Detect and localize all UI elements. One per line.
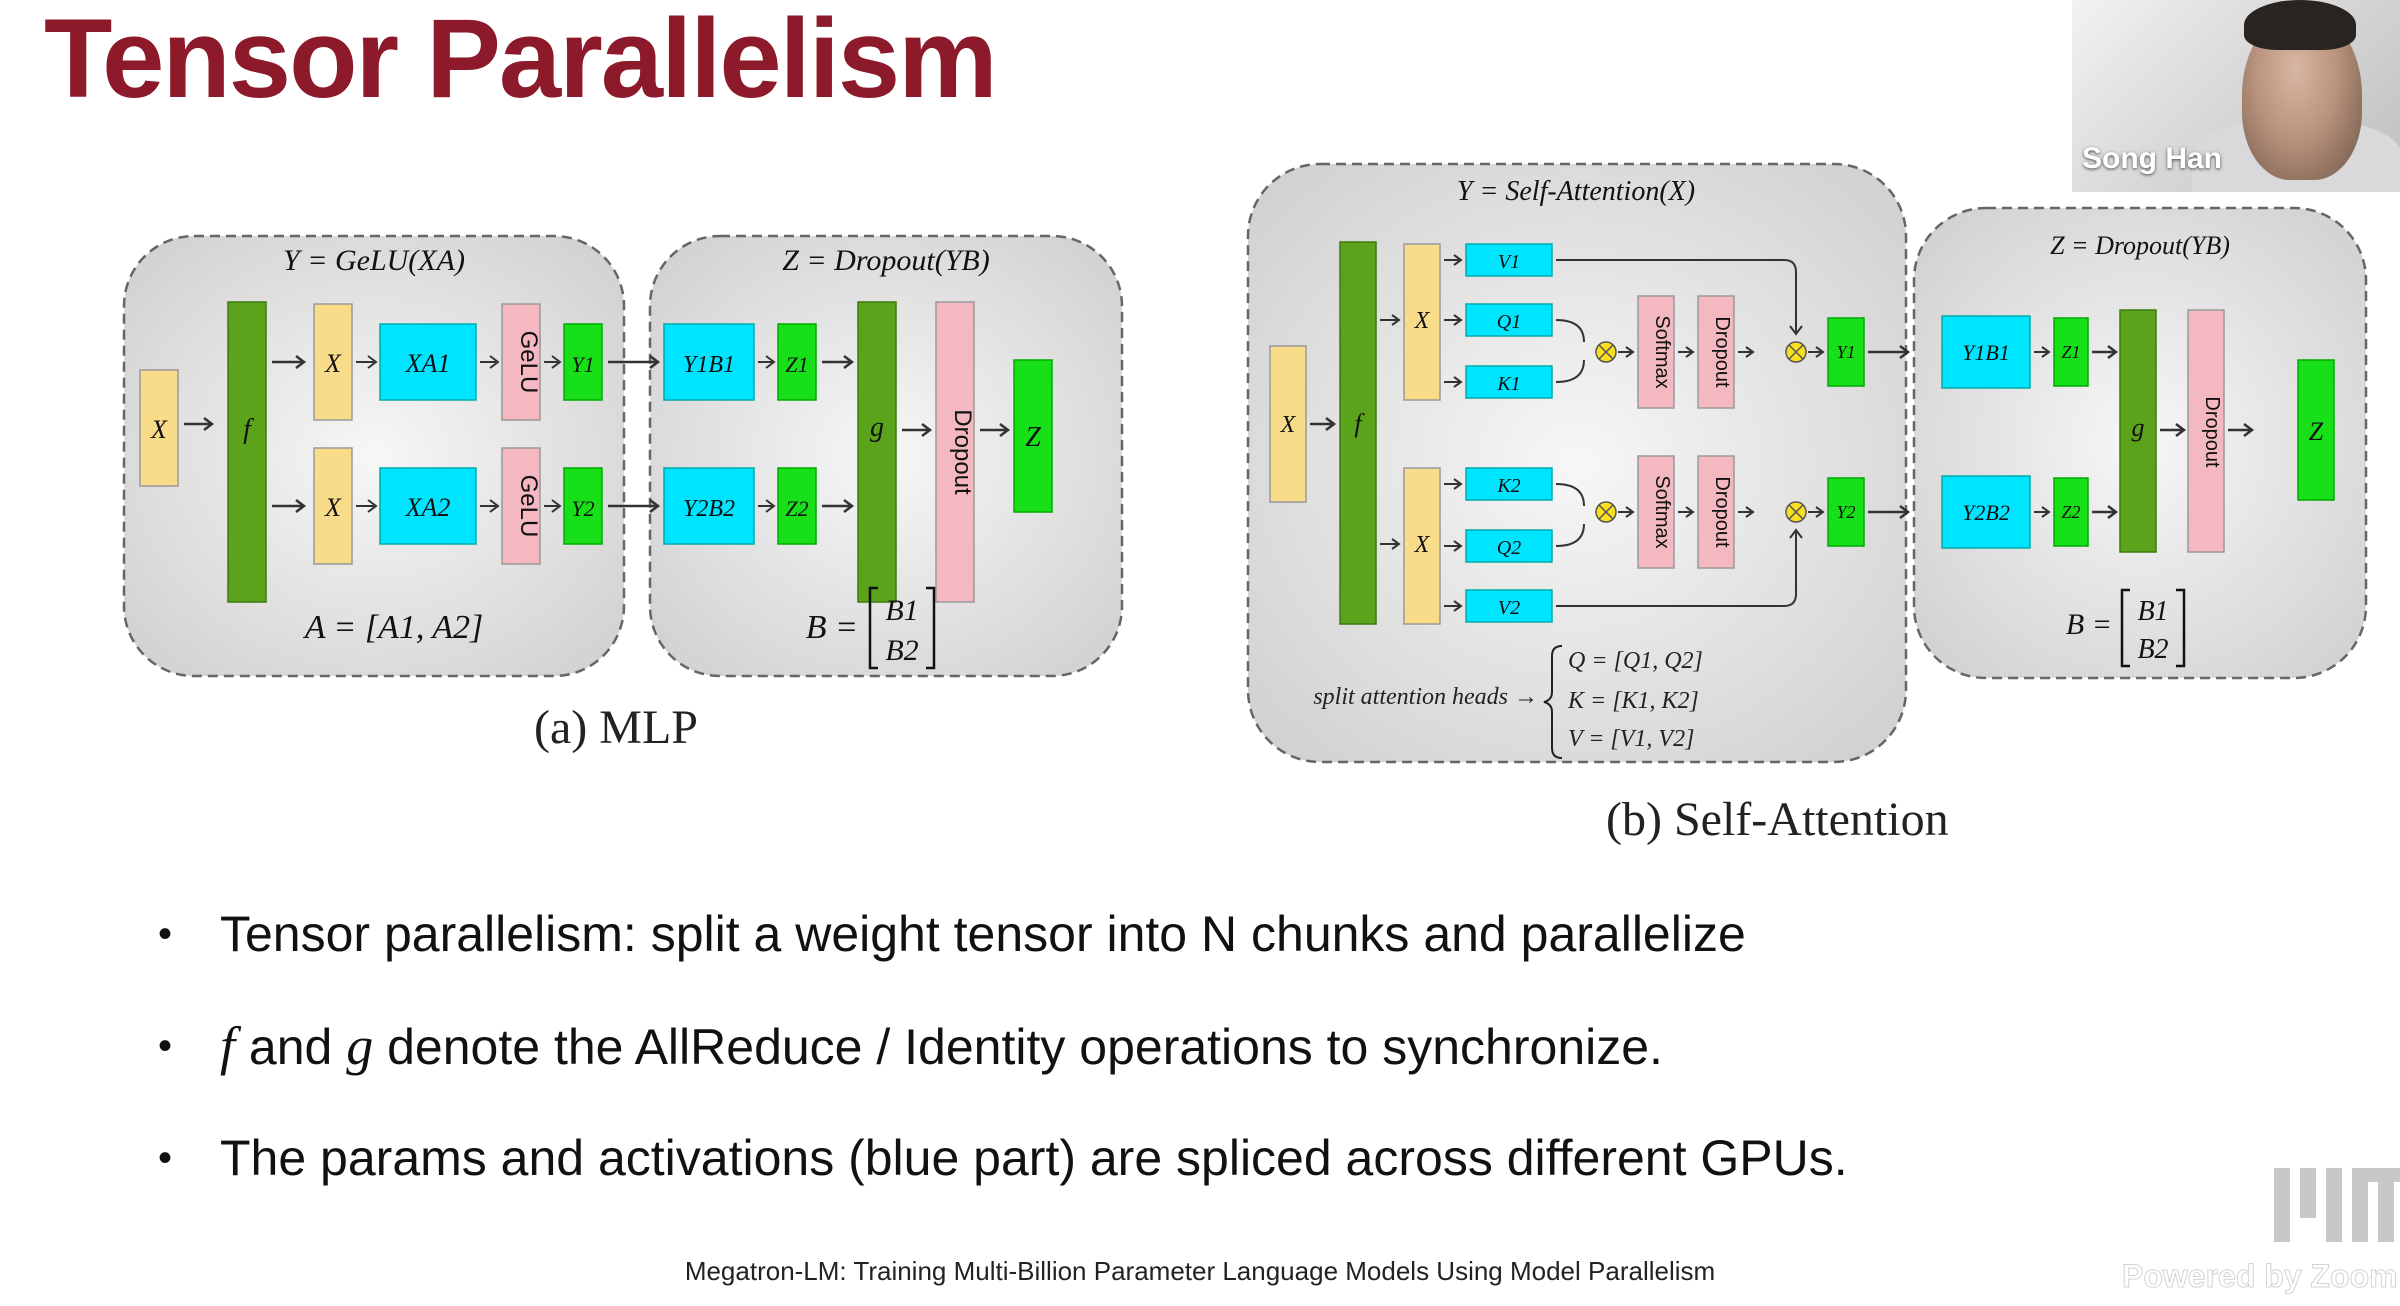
bullet-dot: • xyxy=(158,1024,173,1068)
mlp-z-output-label: Z xyxy=(1025,422,1041,453)
attention-bottom-v-label: V2 xyxy=(1498,597,1520,619)
mlp-top-x-label: X xyxy=(324,349,342,378)
attention-bottom-z-label: Z2 xyxy=(2061,502,2080,522)
self-attention-caption: (b) Self-Attention xyxy=(1606,793,1949,846)
attention-top-dropout-label: Dropout xyxy=(1711,316,1733,388)
attention-top-softmax-label: Softmax xyxy=(1651,315,1673,388)
bullet-text: and xyxy=(235,1019,347,1075)
mlp-bottom-y-label: Y2 xyxy=(571,496,594,521)
attention-b-equation-top: B1 xyxy=(2137,596,2168,627)
mlp-top-yb-label: Y1B1 xyxy=(683,352,735,378)
mlp-dropout-label: Dropout xyxy=(949,409,976,495)
attention-top-z-label: Z1 xyxy=(2061,342,2080,362)
attention-bottom-y-label: Y2 xyxy=(1836,502,1855,522)
attention-bottom-k-label: K2 xyxy=(1496,475,1520,497)
bullet-item: • The params and activations (blue part)… xyxy=(150,1104,2250,1216)
attention-b-equation-left: B = xyxy=(2066,608,2112,641)
split-v-equation: V = [V1, V2] xyxy=(1568,726,1694,752)
mlp-a-equation: A = [A1, A2] xyxy=(303,609,483,646)
attention-bottom-yb-label: Y2B2 xyxy=(1962,500,2010,525)
bullet-symbol-g: g xyxy=(346,1016,374,1076)
bullet-dot: • xyxy=(158,912,173,956)
mlp-bottom-gelu-label: GeLU xyxy=(515,475,542,538)
attention-dropout-label: Dropout xyxy=(2201,396,2223,468)
mlp-left-title: Y = GeLU(XA) xyxy=(283,244,465,277)
mlp-g-label: g xyxy=(870,412,884,443)
attention-top-x-label: X xyxy=(1414,308,1431,334)
attention-bottom-softmax-label: Softmax xyxy=(1651,475,1673,548)
mlp-top-gelu-label: GeLU xyxy=(515,331,542,394)
attention-z-output-label: Z xyxy=(2309,417,2324,446)
mlp-caption: (a) MLP xyxy=(534,701,698,754)
mlp-g-operator xyxy=(857,301,897,603)
bullet-list: • Tensor parallelism: split a weight ten… xyxy=(150,880,2250,1216)
mlp-b-equation-left: B = xyxy=(806,609,858,646)
mlp-right-title: Z = Dropout(YB) xyxy=(782,244,989,277)
mlp-b-equation-top: B1 xyxy=(885,594,918,627)
mlp-bottom-x-label: X xyxy=(324,493,342,522)
mlp-bottom-z-label: Z2 xyxy=(785,496,808,521)
attention-g-label: g xyxy=(2132,413,2145,442)
attention-top-q-label: Q1 xyxy=(1497,311,1521,333)
bullet-symbol-f: f xyxy=(220,1016,236,1076)
attention-bottom-x-label: X xyxy=(1414,532,1431,558)
participant-video-tile[interactable]: Song Han xyxy=(2072,0,2400,192)
bullet-item: • f and g denote the AllReduce / Identit… xyxy=(150,992,2250,1104)
mlp-bottom-yb-label: Y2B2 xyxy=(683,496,735,522)
attention-right-title: Z = Dropout(YB) xyxy=(2050,231,2230,260)
slide-title: Tensor Parallelism xyxy=(44,0,998,121)
mit-logo xyxy=(2274,1168,2400,1242)
slide-footer: Megatron-LM: Training Multi-Billion Para… xyxy=(684,1256,1716,1286)
mlp-top-xa-label: XA1 xyxy=(405,349,451,378)
mlp-top-z-label: Z1 xyxy=(785,352,808,377)
attention-b-equation-bottom: B2 xyxy=(2137,634,2168,665)
bullet-text: The params and activations (blue part) a… xyxy=(220,1130,1848,1186)
attention-top-yb-label: Y1B1 xyxy=(1962,340,2010,365)
zoom-watermark: Powered by Zoom xyxy=(2122,1258,2399,1295)
bullet-text: denote the AllReduce / Identity operatio… xyxy=(373,1019,1663,1075)
mlp-bottom-xa-label: XA2 xyxy=(405,493,451,522)
split-attention-label: split attention heads → xyxy=(1313,684,1538,710)
bullet-dot: • xyxy=(158,1136,173,1180)
mlp-f-operator xyxy=(227,301,267,603)
split-k-equation: K = [K1, K2] xyxy=(1567,688,1699,714)
participant-hair xyxy=(2244,0,2356,50)
bullet-text: Tensor parallelism: split a weight tenso… xyxy=(220,906,1746,962)
mlp-figure: Y = GeLU(XA) Z = Dropout(YB) X f X XA1 G… xyxy=(118,228,1128,688)
mlp-b-equation-bottom: B2 xyxy=(885,634,918,667)
attention-top-v-label: V1 xyxy=(1498,251,1520,273)
attention-x-input-label: X xyxy=(1280,412,1297,438)
split-q-equation: Q = [Q1, Q2] xyxy=(1568,648,1703,674)
attention-top-y-label: Y1 xyxy=(1836,342,1855,362)
attention-bottom-dropout-label: Dropout xyxy=(1711,476,1733,548)
mlp-x-input-label: X xyxy=(150,415,168,444)
self-attention-figure: Y = Self-Attention(X) Z = Dropout(YB) X … xyxy=(1244,160,2374,770)
mlp-top-y-label: Y1 xyxy=(571,352,594,377)
attention-bottom-q-label: Q2 xyxy=(1497,537,1521,559)
bullet-item: • Tensor parallelism: split a weight ten… xyxy=(150,880,2250,992)
participant-name: Song Han xyxy=(2082,142,2222,175)
attention-top-k-label: K1 xyxy=(1496,373,1520,395)
attention-left-title: Y = Self-Attention(X) xyxy=(1457,176,1695,207)
